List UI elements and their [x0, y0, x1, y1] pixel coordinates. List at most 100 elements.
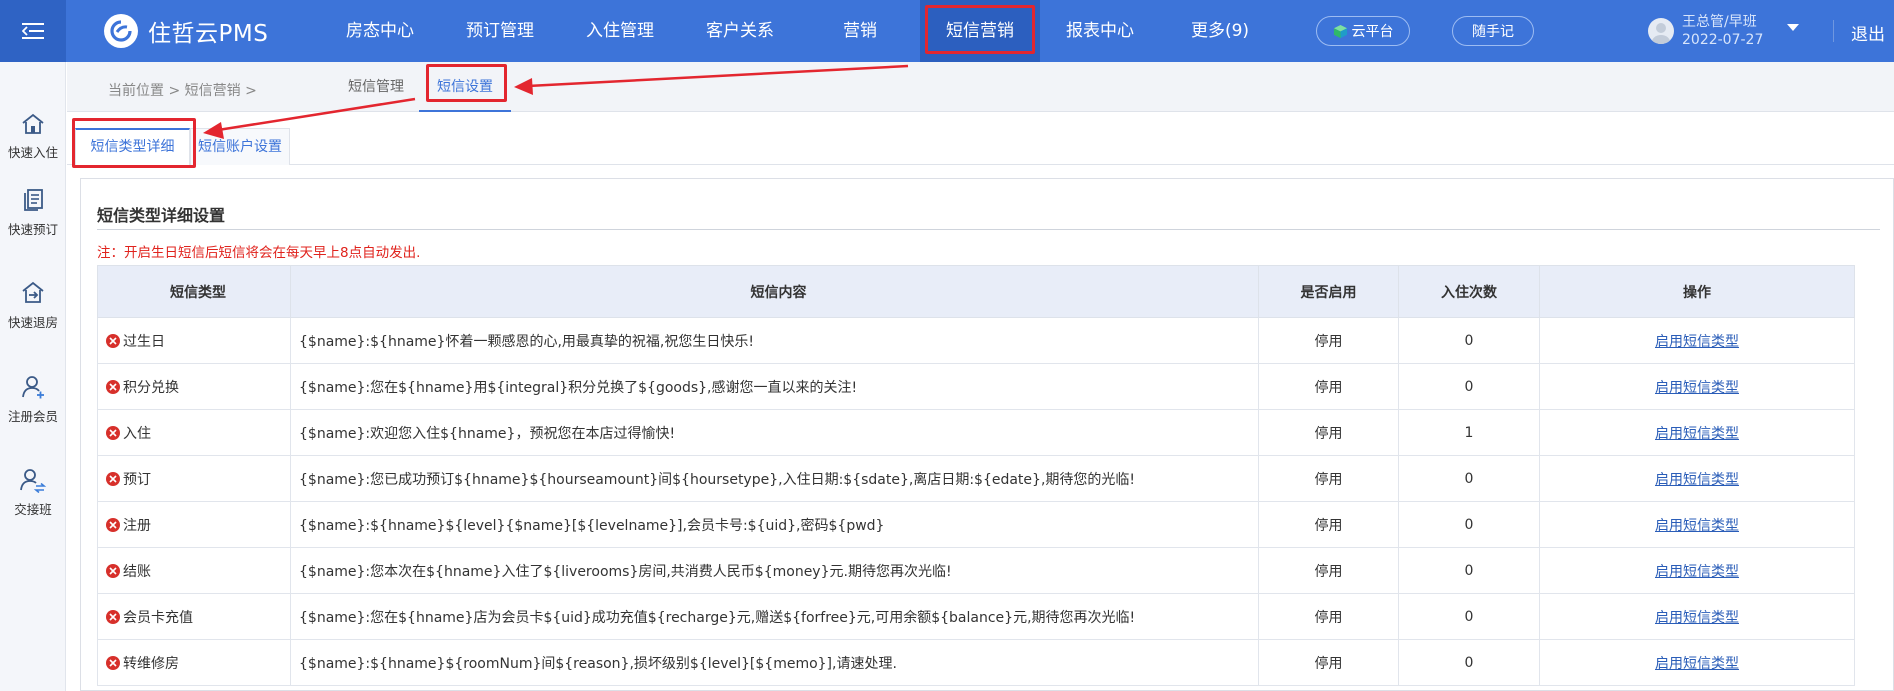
nav-sms-marketing[interactable]: 短信营销	[920, 0, 1040, 62]
user-menu[interactable]: 王总管/早班 2022-07-27	[1648, 13, 1763, 49]
tab-sms-type-detail[interactable]: 短信类型详细	[75, 128, 190, 166]
logout-button[interactable]: 退出	[1851, 20, 1885, 45]
document-icon	[24, 189, 43, 211]
panel-title: 短信类型详细设置	[97, 206, 226, 225]
main-nav: 房态中心 预订管理 入住管理 客户关系 营销 短信营销 报表中心 更多(9)	[320, 0, 1280, 62]
sidebar-item-quick-checkout[interactable]: 快速退房	[0, 280, 66, 331]
nav-reports[interactable]: 报表中心	[1040, 0, 1160, 62]
enable-sms-type-link[interactable]: 启用短信类型	[1655, 380, 1739, 396]
enable-sms-type-link[interactable]: 启用短信类型	[1655, 334, 1739, 350]
cell-enabled-status: 停用	[1258, 639, 1399, 686]
cell-sms-content: {$name}:您在${hname}用${integral}积分兑换了${goo…	[290, 363, 1259, 410]
sidebar-item-label: 快速入住	[7, 145, 58, 160]
enable-sms-type-link[interactable]: 启用短信类型	[1655, 472, 1739, 488]
cell-actions: 启用短信类型	[1539, 639, 1855, 686]
table-row: 过生日 {$name}:${hname}怀着一颗感恩的心,用最真挚的祝福,祝您生日…	[97, 317, 1855, 364]
cell-sms-content: {$name}:${hname}${level}{$name}[${leveln…	[290, 501, 1259, 548]
tab-sms-settings-label: 短信设置	[437, 79, 493, 95]
nav-marketing[interactable]: 营销	[800, 0, 920, 62]
enable-sms-type-link[interactable]: 启用短信类型	[1655, 610, 1739, 626]
cell-checkin-count: 1	[1398, 409, 1540, 456]
top-bar: 住哲云PMS 房态中心 预订管理 入住管理 客户关系 营销 短信营销 报表中心 …	[0, 0, 1894, 62]
cell-checkin-count: 0	[1398, 547, 1540, 594]
table-row: 积分兑换 {$name}:您在${hname}用${integral}积分兑换了$…	[97, 363, 1855, 410]
sidebar-item-shift-handover[interactable]: 交接班	[0, 467, 66, 518]
cell-sms-type: 入住	[97, 409, 291, 456]
cell-sms-content: {$name}:您本次在${hname}入住了${liverooms}房间,共消…	[290, 547, 1259, 594]
cell-sms-type: 预订	[97, 455, 291, 502]
column-header-enabled: 是否启用	[1258, 265, 1399, 318]
cell-enabled-status: 停用	[1258, 593, 1399, 640]
enable-sms-type-link[interactable]: 启用短信类型	[1655, 426, 1739, 442]
cell-enabled-status: 停用	[1258, 501, 1399, 548]
enable-sms-type-link[interactable]: 启用短信类型	[1655, 518, 1739, 534]
table-row: 转维修房 {$name}:${hname}${roomNum}间${reason}…	[97, 639, 1855, 686]
table-row: 预订 {$name}:您已成功预订${hname}${hourseamount}间…	[97, 455, 1855, 502]
divider	[97, 229, 1880, 230]
cube-icon	[1333, 24, 1347, 38]
cell-sms-type: 积分兑换	[97, 363, 291, 410]
sidebar-item-label: 交接班	[14, 502, 52, 517]
sidebar-item-label: 快速退房	[7, 315, 58, 330]
menu-toggle-button[interactable]	[0, 0, 66, 62]
column-header-content: 短信内容	[290, 265, 1259, 318]
column-header-actions: 操作	[1539, 265, 1855, 318]
tab-sms-account-settings[interactable]: 短信账户设置	[190, 128, 290, 165]
table-row: 会员卡充值 {$name}:您在${hname}店为会员卡${uid}成功充值${…	[97, 593, 1855, 640]
sms-type-label: 入住	[123, 425, 151, 442]
notes-button[interactable]: 随手记	[1452, 16, 1534, 46]
nav-reservations[interactable]: 预订管理	[440, 0, 560, 62]
enable-sms-type-link[interactable]: 启用短信类型	[1655, 656, 1739, 672]
cell-actions: 启用短信类型	[1539, 409, 1855, 456]
nav-checkin[interactable]: 入住管理	[560, 0, 680, 62]
quick-action-sidebar: 快速入住 快速预订 快速退房 注册会员 交接班	[0, 62, 66, 691]
cell-sms-type: 会员卡充值	[97, 593, 291, 640]
table-row: 结账 {$name}:您本次在${hname}入住了${liverooms}房间,…	[97, 547, 1855, 594]
disabled-status-icon	[106, 563, 120, 578]
app-logo[interactable]: 住哲云PMS	[104, 13, 268, 49]
column-header-type: 短信类型	[97, 265, 291, 318]
sms-type-label: 注册	[123, 517, 151, 534]
sms-type-settings-panel: 短信类型详细设置 注：开启生日短信后短信将会在每天早上8点自动发出. 短信类型 …	[80, 178, 1894, 691]
table-row: 入住 {$name}:欢迎您入住${hname}，预祝您在本店过得愉快! 停用 1 启用…	[97, 409, 1855, 456]
sidebar-item-quick-checkin[interactable]: 快速入住	[0, 112, 66, 161]
cell-checkin-count: 0	[1398, 317, 1540, 364]
cell-sms-content: {$name}:您已成功预订${hname}${hourseamount}间${…	[290, 455, 1259, 502]
user-date: 2022-07-27	[1682, 32, 1764, 48]
cell-sms-content: {$name}:欢迎您入住${hname}，预祝您在本店过得愉快!	[290, 409, 1259, 456]
disabled-status-icon	[106, 471, 120, 486]
cell-actions: 启用短信类型	[1539, 317, 1855, 364]
enable-sms-type-link[interactable]: 启用短信类型	[1655, 564, 1739, 580]
sidebar-item-quick-booking[interactable]: 快速预订	[0, 187, 66, 238]
disabled-status-icon	[106, 609, 120, 624]
sms-type-label: 积分兑换	[123, 379, 179, 396]
sidebar-item-label: 注册会员	[7, 409, 58, 424]
cell-sms-type: 注册	[97, 501, 291, 548]
nav-more[interactable]: 更多(9)	[1160, 0, 1280, 62]
nav-customer-relations[interactable]: 客户关系	[680, 0, 800, 62]
disabled-status-icon	[106, 655, 120, 670]
cloud-platform-label: 云平台	[1351, 24, 1394, 40]
sms-type-label: 结账	[123, 563, 151, 580]
cell-sms-content: {$name}:${hname}${roomNum}间${reason},损坏级…	[290, 639, 1259, 686]
menu-collapse-icon	[22, 23, 44, 39]
cloud-platform-button[interactable]: 云平台	[1316, 16, 1410, 46]
cell-checkin-count: 0	[1398, 639, 1540, 686]
nav-room-status[interactable]: 房态中心	[320, 0, 440, 62]
sidebar-item-register-member[interactable]: 注册会员	[0, 374, 66, 425]
cell-checkin-count: 0	[1398, 501, 1540, 548]
column-header-checkin-count: 入住次数	[1398, 265, 1540, 318]
tab-sms-settings[interactable]: 短信设置	[419, 62, 511, 112]
disabled-status-icon	[106, 517, 120, 532]
cell-enabled-status: 停用	[1258, 409, 1399, 456]
cell-sms-type: 转维修房	[97, 639, 291, 686]
logo-icon	[104, 14, 138, 48]
cell-sms-type: 结账	[97, 547, 291, 594]
table-header-row: 短信类型 短信内容 是否启用 入住次数 操作	[97, 265, 1855, 318]
tab-sms-management[interactable]: 短信管理	[333, 62, 419, 112]
user-name: 王总管/早班	[1682, 14, 1757, 30]
home-icon	[22, 113, 44, 134]
chevron-down-icon[interactable]	[1787, 24, 1799, 32]
avatar	[1648, 18, 1674, 44]
shift-handover-icon	[20, 469, 47, 493]
